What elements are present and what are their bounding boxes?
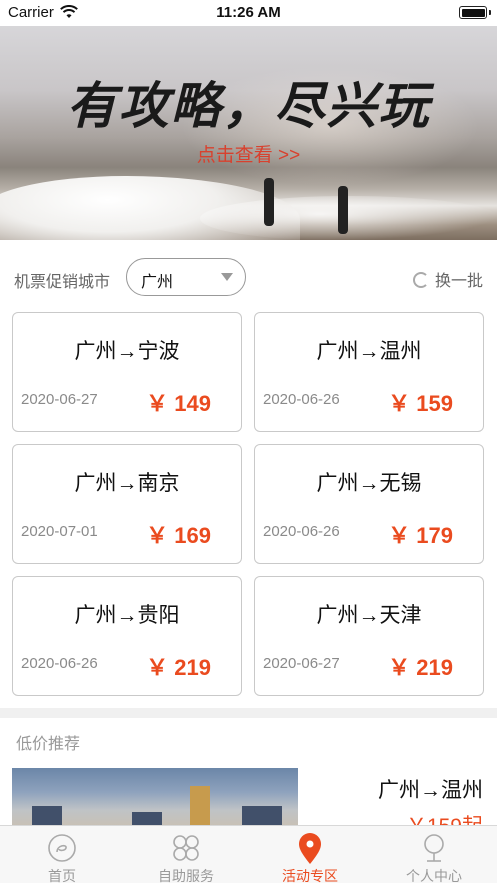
deal-card[interactable]: 广州→贵阳 2020-06-26 ￥ 219	[12, 576, 242, 696]
refresh-button[interactable]: 换一批	[412, 267, 483, 291]
refresh-icon	[412, 272, 429, 288]
refresh-label: 换一批	[434, 273, 483, 290]
tab-activity[interactable]: 活动专区	[248, 826, 372, 883]
tab-bar: 首页 自助服务 活动专区 个人中心	[0, 825, 497, 883]
flight-deals-section: 机票促销城市 广州 换一批 广州→宁波 2020-06-27 ￥ 149 广州→…	[0, 240, 497, 708]
deal-date: 2020-07-01	[21, 523, 98, 540]
deal-route: 广州→南京	[74, 472, 180, 495]
deal-card[interactable]: 广州→无锡 2020-06-26 ￥ 179	[254, 444, 484, 564]
tab-profile[interactable]: 个人中心	[372, 826, 496, 883]
deal-card[interactable]: 广州→南京 2020-07-01 ￥ 169	[12, 444, 242, 564]
tab-home[interactable]: 首页	[0, 826, 124, 883]
deal-date: 2020-06-26	[263, 391, 340, 408]
deal-date: 2020-06-26	[263, 523, 340, 540]
city-select[interactable]: 广州	[126, 258, 246, 296]
recommend-route[interactable]: 广州→温州	[378, 774, 483, 804]
deal-card[interactable]: 广州→温州 2020-06-26 ￥ 159	[254, 312, 484, 432]
surfer-figure	[338, 186, 348, 234]
deal-card[interactable]: 广州→宁波 2020-06-27 ￥ 149	[12, 312, 242, 432]
status-bar: Carrier 11:26 AM	[0, 0, 497, 26]
banner-title: 有攻略，尽兴玩	[66, 78, 431, 134]
selected-city: 广州	[141, 274, 174, 291]
deal-date: 2020-06-27	[263, 655, 340, 672]
deal-route: 广州→天津	[316, 604, 422, 627]
banner-view-link[interactable]: 点击查看 >>	[0, 140, 497, 167]
deal-route: 广州→贵阳	[74, 604, 180, 627]
deal-card[interactable]: 广州→天津 2020-06-27 ￥ 219	[254, 576, 484, 696]
person-icon	[419, 833, 449, 868]
location-pin-icon	[297, 833, 323, 870]
tab-label: 首页	[48, 868, 76, 883]
tab-label: 自助服务	[158, 868, 214, 883]
deal-route: 广州→宁波	[74, 340, 180, 363]
grid-icon	[171, 833, 201, 868]
dropdown-caret-icon	[221, 273, 233, 281]
deal-route: 广州→温州	[316, 340, 422, 363]
home-icon	[47, 833, 77, 868]
promo-banner[interactable]: 有攻略，尽兴玩 点击查看 >>	[0, 26, 497, 240]
tab-label: 活动专区	[282, 868, 338, 883]
battery-icon	[459, 6, 491, 19]
city-skyline-image[interactable]	[12, 768, 298, 828]
deal-route: 广州→无锡	[316, 472, 422, 495]
deal-price: ￥ 159	[388, 391, 453, 416]
surfer-figure	[264, 178, 274, 226]
deal-price: ￥ 149	[146, 391, 211, 416]
deal-price: ￥ 179	[388, 523, 453, 548]
deal-date: 2020-06-27	[21, 391, 98, 408]
deal-date: 2020-06-26	[21, 655, 98, 672]
clock: 11:26 AM	[216, 4, 281, 21]
tab-label: 个人中心	[406, 868, 462, 883]
deal-price: ￥ 169	[146, 523, 211, 548]
deal-price: ￥ 219	[388, 655, 453, 680]
tab-self-service[interactable]: 自助服务	[124, 826, 248, 883]
promo-city-label: 机票促销城市	[14, 274, 111, 291]
section-title: 低价推荐	[16, 736, 81, 753]
deal-price: ￥ 219	[146, 655, 211, 680]
